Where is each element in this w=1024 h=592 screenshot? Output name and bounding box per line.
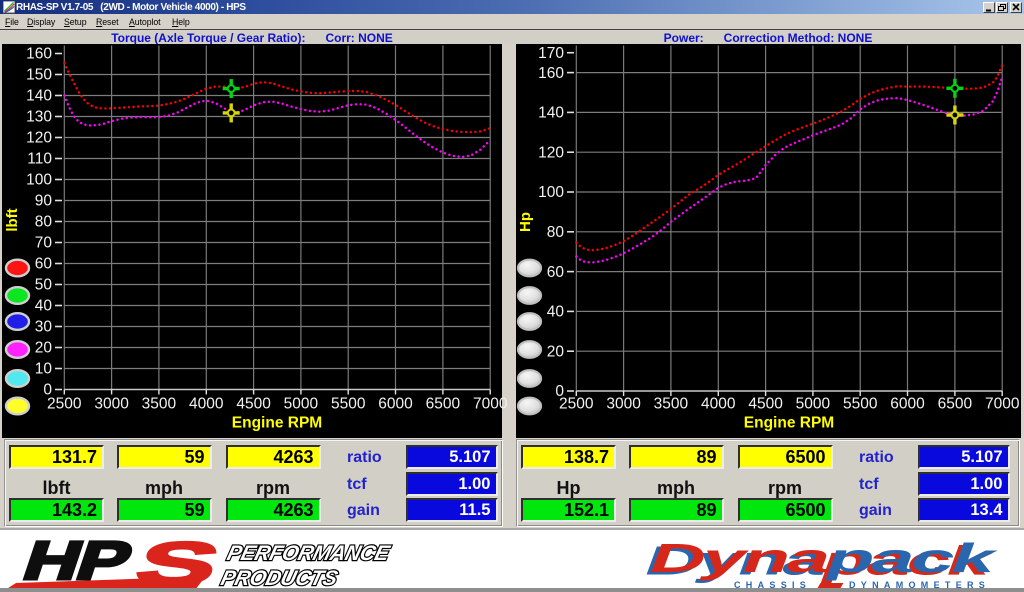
svg-text:20: 20 bbox=[547, 343, 565, 360]
svg-text:6000: 6000 bbox=[378, 396, 413, 413]
svg-text:40: 40 bbox=[547, 304, 565, 321]
svg-text:Engine RPM: Engine RPM bbox=[232, 415, 322, 432]
svg-text:100: 100 bbox=[538, 184, 564, 201]
svg-text:10: 10 bbox=[35, 361, 53, 378]
svg-text:160: 160 bbox=[26, 46, 52, 63]
svg-text:110: 110 bbox=[27, 151, 52, 168]
svg-text:120: 120 bbox=[538, 144, 564, 161]
svg-text:2500: 2500 bbox=[559, 396, 594, 413]
svg-text:40: 40 bbox=[35, 298, 53, 315]
svg-text:Hp: Hp bbox=[517, 212, 534, 232]
svg-text:5500: 5500 bbox=[331, 396, 366, 413]
svg-text:6500: 6500 bbox=[426, 396, 461, 413]
svg-text:5500: 5500 bbox=[843, 396, 878, 413]
svg-text:4500: 4500 bbox=[236, 396, 271, 413]
svg-text:50: 50 bbox=[35, 277, 53, 294]
svg-text:3500: 3500 bbox=[654, 396, 689, 413]
svg-text:130: 130 bbox=[26, 109, 52, 126]
svg-text:5000: 5000 bbox=[796, 396, 831, 413]
svg-text:70: 70 bbox=[35, 235, 53, 252]
svg-text:120: 120 bbox=[26, 130, 52, 147]
svg-text:90: 90 bbox=[35, 193, 53, 210]
svg-text:PERFORMANCE: PERFORMANCE bbox=[225, 541, 393, 565]
svg-text:4500: 4500 bbox=[748, 396, 783, 413]
svg-text:20: 20 bbox=[35, 340, 53, 357]
svg-text:60: 60 bbox=[547, 264, 565, 281]
svg-text:140: 140 bbox=[26, 88, 52, 105]
svg-text:5000: 5000 bbox=[284, 396, 319, 413]
svg-text:170: 170 bbox=[538, 45, 564, 62]
svg-text:3000: 3000 bbox=[606, 396, 641, 413]
svg-text:Engine RPM: Engine RPM bbox=[744, 415, 834, 432]
svg-text:100: 100 bbox=[26, 172, 52, 189]
svg-text:140: 140 bbox=[538, 105, 564, 122]
svg-text:3000: 3000 bbox=[94, 396, 129, 413]
svg-text:150: 150 bbox=[26, 67, 52, 84]
svg-text:30: 30 bbox=[35, 319, 53, 336]
svg-text:7000: 7000 bbox=[473, 396, 508, 413]
svg-text:lbft: lbft bbox=[4, 208, 21, 231]
svg-text:60: 60 bbox=[35, 256, 53, 273]
svg-text:4000: 4000 bbox=[701, 396, 736, 413]
svg-text:3500: 3500 bbox=[142, 396, 177, 413]
svg-text:7000: 7000 bbox=[985, 396, 1020, 413]
svg-text:160: 160 bbox=[538, 65, 564, 82]
svg-text:4000: 4000 bbox=[189, 396, 224, 413]
svg-text:PRODUCTS: PRODUCTS bbox=[219, 566, 340, 590]
svg-text:80: 80 bbox=[35, 214, 53, 231]
svg-text:2500: 2500 bbox=[47, 396, 82, 413]
svg-text:6000: 6000 bbox=[890, 396, 925, 413]
svg-text:6500: 6500 bbox=[938, 396, 973, 413]
svg-text:80: 80 bbox=[547, 224, 565, 241]
